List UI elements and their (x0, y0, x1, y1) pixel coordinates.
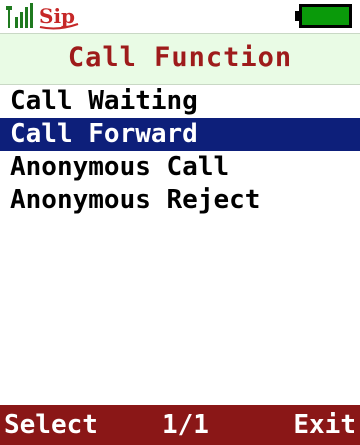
status-bar: Sip (0, 0, 360, 32)
page-indicator: 1/1 (162, 410, 209, 440)
menu-item-anonymous-reject[interactable]: Anonymous Reject (0, 184, 360, 217)
menu-item-call-waiting[interactable]: Call Waiting (0, 85, 360, 118)
sip-icon: Sip (39, 4, 79, 30)
sip-label: Sip (39, 4, 75, 28)
page-title: Call Function (67, 42, 293, 73)
menu-item-anonymous-call[interactable]: Anonymous Call (0, 151, 360, 184)
phone-screen: Sip Call Function Call Waiting Call Forw… (0, 0, 360, 445)
signal-strength-icon (6, 3, 33, 28)
menu-list: Call Waiting Call Forward Anonymous Call… (0, 85, 360, 217)
battery-icon (295, 4, 352, 28)
title-bar: Call Function (0, 33, 360, 85)
exit-soft-key[interactable]: Exit (293, 405, 356, 445)
menu-item-call-forward[interactable]: Call Forward (0, 118, 360, 151)
select-soft-key[interactable]: Select (4, 405, 98, 445)
soft-key-bar: Select 1/1 Exit (0, 405, 360, 445)
